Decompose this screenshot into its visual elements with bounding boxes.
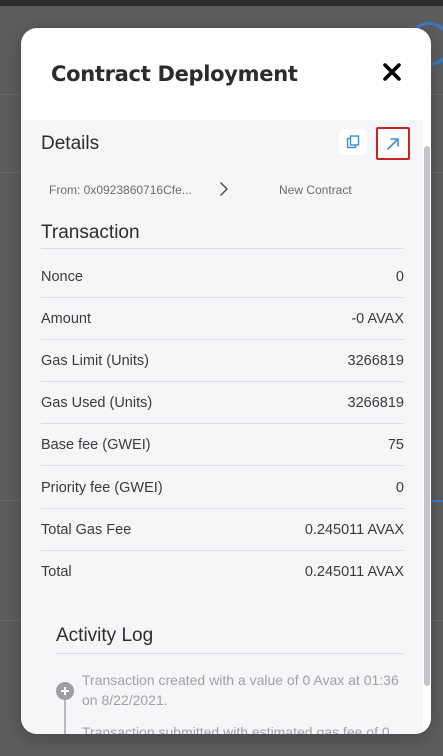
row-value: 3266819: [347, 395, 404, 411]
tx-row-total: Total 0.245011 AVAX: [41, 551, 404, 593]
details-label: Details: [41, 133, 100, 154]
row-label: Total Gas Fee: [41, 522, 132, 538]
activity-entry-text: Transaction submitted with estimated gas…: [82, 724, 390, 734]
tx-row-gas-limit: Gas Limit (Units) 3266819: [41, 340, 404, 382]
from-to-summary: From: 0x0923860716Cfe... New Contract: [21, 168, 423, 214]
row-label: Nonce: [41, 269, 83, 285]
tx-row-total-gas-fee: Total Gas Fee 0.245011 AVAX: [41, 509, 404, 551]
tx-row-gas-used: Gas Used (Units) 3266819: [41, 382, 404, 424]
row-value: 0.245011 AVAX: [304, 522, 404, 538]
row-value: 0: [395, 269, 404, 285]
transaction-section-title: Transaction: [41, 222, 140, 243]
details-header: Details: [21, 120, 423, 166]
background-topbar: [0, 0, 443, 6]
to-address: New Contract: [279, 183, 352, 197]
divider: [41, 248, 404, 249]
row-value: -0 AVAX: [351, 311, 404, 327]
scrollbar-thumb[interactable]: [424, 146, 430, 686]
details-content[interactable]: Details From: 0x0923860716Cfe... New Con…: [21, 120, 423, 734]
from-address: From: 0x0923860716Cfe...: [49, 183, 192, 197]
view-on-explorer-button[interactable]: [376, 127, 410, 160]
modal-title: Contract Deployment: [51, 62, 298, 86]
row-label: Gas Used (Units): [41, 395, 153, 411]
activity-entry-text: Transaction created with a value of 0 Av…: [82, 672, 399, 708]
tx-row-amount: Amount -0 AVAX: [41, 298, 404, 340]
close-icon: [383, 63, 401, 81]
copy-icon: [346, 135, 360, 149]
plus-icon: [56, 682, 74, 700]
copy-button[interactable]: [339, 129, 367, 155]
row-label: Base fee (GWEI): [41, 437, 151, 453]
tx-row-base-fee: Base fee (GWEI) 75: [41, 424, 404, 466]
tx-row-priority-fee: Priority fee (GWEI) 0: [41, 467, 404, 509]
row-value: 75: [387, 437, 404, 453]
row-label: Priority fee (GWEI): [41, 480, 163, 496]
row-value: 3266819: [347, 353, 404, 369]
background-accent: [431, 500, 443, 502]
divider: [56, 653, 404, 654]
row-label: Gas Limit (Units): [41, 353, 149, 369]
close-button[interactable]: [378, 58, 406, 86]
row-label: Amount: [41, 311, 91, 327]
row-value: 0.245011 AVAX: [304, 564, 404, 580]
tx-row-nonce: Nonce 0: [41, 256, 404, 298]
activity-log-title: Activity Log: [56, 625, 154, 646]
chevron-right-icon: [220, 182, 228, 196]
external-link-icon: [387, 137, 399, 150]
row-value: 0: [395, 480, 404, 496]
divider: [41, 465, 404, 466]
contract-deployment-modal: Contract Deployment Details From: 0x0923…: [21, 28, 431, 734]
row-label: Total: [41, 564, 72, 580]
